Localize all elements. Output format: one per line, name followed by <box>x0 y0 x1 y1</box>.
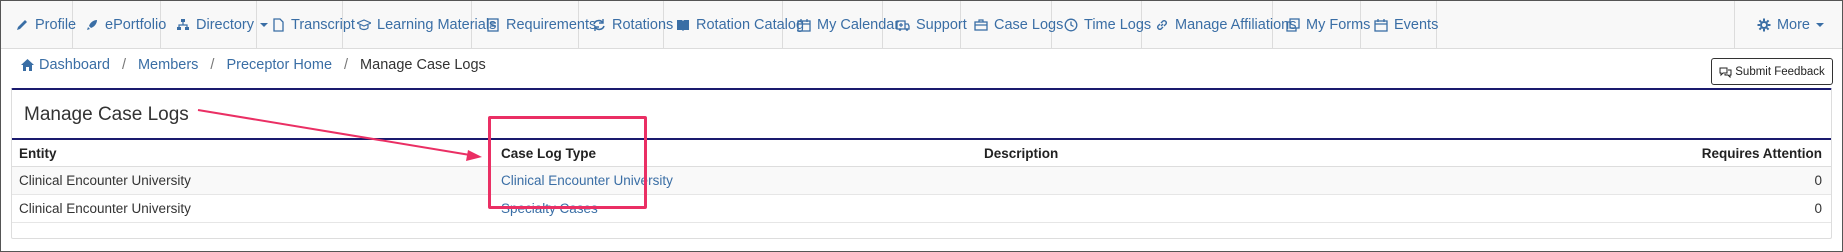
table-header-row: Entity Case Log Type Description Require… <box>12 140 1831 167</box>
case-log-type-link[interactable]: Clinical Encounter University <box>501 167 673 194</box>
clock-icon <box>1064 18 1078 32</box>
table-row: Clinical Encounter University Specialty … <box>12 195 1831 223</box>
requires-attention-cell: 0 <box>1814 201 1822 216</box>
top-navbar: Profile ePortfolio Directory Transcript … <box>1 1 1842 49</box>
list-icon <box>486 18 500 32</box>
comments-icon <box>1719 66 1735 78</box>
entity-cell: Clinical Encounter University <box>19 173 191 188</box>
requires-attention-cell: 0 <box>1814 173 1822 188</box>
submit-feedback-button[interactable]: Submit Feedback <box>1711 58 1833 85</box>
panel-title: Manage Case Logs <box>24 104 189 125</box>
case-logs-table: Entity Case Log Type Description Require… <box>12 138 1831 223</box>
nav-item-case-logs[interactable]: Case Logs <box>961 1 1063 49</box>
submit-feedback-label: Submit Feedback <box>1735 65 1825 78</box>
nav-item-transcript[interactable]: Transcript <box>257 1 355 49</box>
file-icon <box>271 18 285 32</box>
briefcase-icon <box>974 18 988 32</box>
breadcrumb-separator: / <box>344 57 349 73</box>
nav-item-my-forms[interactable]: My Forms <box>1273 1 1370 49</box>
nav-label: ePortfolio <box>105 17 167 33</box>
pencil-icon <box>15 18 29 32</box>
refresh-icon <box>592 18 606 32</box>
nav-item-profile[interactable]: Profile <box>1 1 77 49</box>
column-header-case-log-type: Case Log Type <box>501 145 597 161</box>
breadcrumb-members[interactable]: Members <box>138 57 198 73</box>
nav-label: Support <box>916 17 967 33</box>
nav-more-label: More <box>1776 17 1810 33</box>
link-icon <box>1155 18 1169 32</box>
nav-label: Profile <box>35 17 77 33</box>
clone-icon <box>1286 18 1300 32</box>
case-logs-panel: Manage Case Logs Entity Case Log Type De… <box>11 88 1832 239</box>
gear-icon <box>1757 18 1771 32</box>
calendar-icon <box>797 18 811 32</box>
nav-label: Directory <box>196 17 255 33</box>
nav-item-events[interactable]: Events <box>1361 1 1439 49</box>
breadcrumb-dashboard[interactable]: Dashboard <box>39 57 110 73</box>
breadcrumb: Dashboard / Members / Preceptor Home / M… <box>20 57 486 73</box>
breadcrumb-separator: / <box>210 57 215 73</box>
ambulance-icon <box>896 18 910 32</box>
entity-cell: Clinical Encounter University <box>19 201 191 216</box>
sitemap-icon <box>176 18 190 32</box>
nav-label: Events <box>1394 17 1439 33</box>
case-log-type-link[interactable]: Specialty Cases <box>501 195 598 222</box>
nav-item-rotation-catalog[interactable]: Rotation Catalog <box>664 1 804 49</box>
breadcrumb-current: Manage Case Logs <box>360 57 486 73</box>
chevron-down-icon <box>1816 23 1824 27</box>
nav-item-my-calendar[interactable]: My Calendar <box>783 1 899 49</box>
nav-item-eportfolio[interactable]: ePortfolio <box>73 1 166 49</box>
nav-item-time-logs[interactable]: Time Logs <box>1052 1 1151 49</box>
book-icon <box>676 18 690 32</box>
graduation-cap-icon <box>357 18 371 32</box>
nav-item-directory[interactable]: Directory <box>161 1 269 49</box>
nav-item-requirements[interactable]: Requirements <box>472 1 596 49</box>
nav-item-rotations[interactable]: Rotations <box>579 1 673 49</box>
nav-item-manage-affiliations[interactable]: Manage Affiliations <box>1142 1 1296 49</box>
calendar-icon <box>1374 18 1388 32</box>
rocket-icon <box>85 18 99 32</box>
breadcrumb-preceptor-home[interactable]: Preceptor Home <box>226 57 332 73</box>
column-header-description: Description <box>984 145 1059 161</box>
breadcrumb-separator: / <box>121 57 126 73</box>
home-icon <box>20 58 35 72</box>
nav-item-support[interactable]: Support <box>883 1 967 49</box>
column-header-requires-attention: Requires Attention <box>1701 145 1822 161</box>
nav-spacer <box>1437 1 1735 48</box>
nav-item-more[interactable]: More <box>1735 1 1842 49</box>
nav-item-learning-materials[interactable]: Learning Materials <box>343 1 496 49</box>
column-header-entity: Entity <box>19 145 57 161</box>
table-row: Clinical Encounter University Clinical E… <box>12 167 1831 195</box>
